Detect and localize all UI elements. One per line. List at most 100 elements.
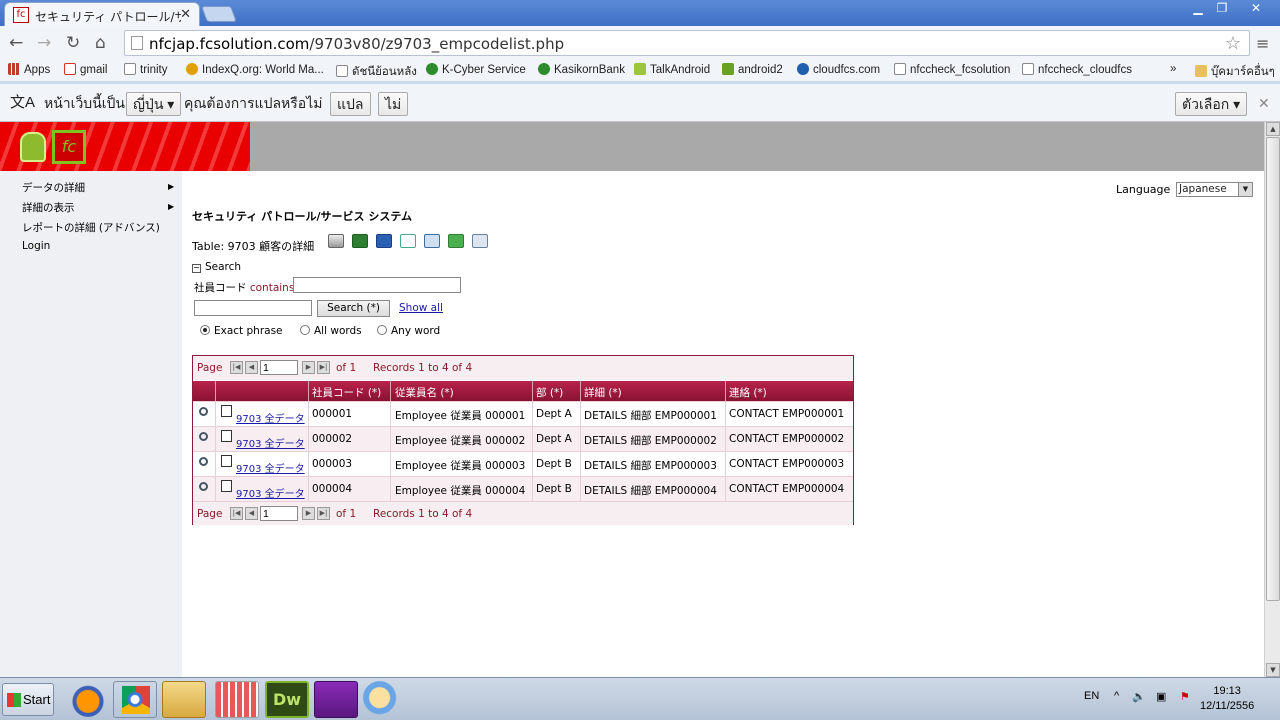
bookmark-indexq[interactable]: IndexQ.org: World Ma... [186,63,324,76]
maximize-button[interactable]: ❐ [1208,0,1236,18]
bookmark-apps[interactable]: Apps [8,63,50,76]
csv-icon[interactable] [448,234,464,248]
tree-icon [221,405,232,417]
html-icon[interactable] [400,234,416,248]
bookmark-talkandroid[interactable]: TalkAndroid [634,63,710,76]
email-icon[interactable] [472,234,488,248]
xml-icon[interactable] [424,234,440,248]
next-page-icon[interactable]: ▶ [302,507,315,520]
col-header-name[interactable]: 従業員名 (*) [395,385,454,400]
sidebar-item-data-details[interactable]: データの詳細 [22,180,85,195]
close-window-button[interactable]: ✕ [1238,0,1274,18]
bookmark-gmail[interactable]: gmail [64,63,107,76]
show-all-link[interactable]: Show all [399,302,443,314]
bookmark-kasikornbank[interactable]: KasikornBank [538,63,625,76]
action-center-icon[interactable]: ⚑ [1180,690,1190,703]
reload-icon[interactable]: ↻ [66,33,80,53]
record-link[interactable]: 9703 全データ [236,460,305,475]
view-record-icon[interactable] [199,432,208,441]
table-row: 9703 全データ 000004 Employee 従業員 000004 Dep… [193,476,853,502]
last-page-icon[interactable]: ▶| [317,361,330,374]
no-translate-button[interactable]: ไม่ [378,92,409,116]
collapse-icon[interactable]: − [192,264,201,273]
print-icon[interactable] [328,234,344,248]
back-icon[interactable]: ← [9,33,23,53]
scroll-thumb[interactable] [1266,137,1280,601]
system-clock[interactable]: 19:13 12/11/2556 [1200,684,1254,714]
translate-language-select[interactable]: ญี่ปุ่น ▾ [126,92,182,116]
first-page-icon[interactable]: |◀ [230,361,243,374]
input-language[interactable]: EN [1084,690,1099,702]
view-record-icon[interactable] [199,482,208,491]
home-icon[interactable]: ⌂ [95,33,106,53]
paint-icon[interactable] [362,681,406,718]
radio-all-words[interactable]: All words [300,325,362,337]
new-tab-button[interactable] [201,6,237,22]
close-tab-icon[interactable]: ✕ [180,7,191,22]
col-header-dept[interactable]: 部 (*) [536,385,563,400]
view-record-icon[interactable] [199,457,208,466]
close-translate-icon[interactable]: ✕ [1258,92,1270,116]
last-page-icon[interactable]: ▶| [317,507,330,520]
bookmark-android2[interactable]: android2 [722,63,783,76]
record-link[interactable]: 9703 全データ [236,410,305,425]
scroll-up-icon[interactable]: ▲ [1266,122,1280,136]
clock-time: 19:13 [1213,685,1241,697]
next-page-icon[interactable]: ▶ [302,361,315,374]
sidebar-item-view-details[interactable]: 詳細の表示 [22,200,75,215]
address-bar[interactable]: nfcjap.fcsolution.com/9703v80/z9703_empc… [124,30,1250,56]
chrome-icon[interactable] [113,681,157,718]
bookmark-trinity[interactable]: trinity [124,63,167,76]
tray-expand-icon[interactable]: ^ [1114,690,1119,702]
bookmark-thai-index[interactable]: ดัชนีย้อนหลัง [336,63,417,81]
translate-options-button[interactable]: ตัวเลือก ▾ [1175,92,1248,116]
search-button[interactable]: Search (*) [317,300,390,317]
scroll-down-icon[interactable]: ▼ [1266,663,1280,677]
volume-icon[interactable]: 🔈 [1132,690,1146,703]
field-search-input[interactable] [293,277,461,293]
sidebar-item-advanced-report[interactable]: レポートの詳細 (アドバンス) [22,220,160,235]
submenu-arrow-icon: ▶ [168,202,175,211]
view-record-icon[interactable] [199,407,208,416]
page-number-input[interactable] [260,506,298,521]
word-icon[interactable] [376,234,392,248]
first-page-icon[interactable]: |◀ [230,507,243,520]
cell-name: Employee 従業員 000003 [395,460,526,472]
radio-any-word[interactable]: Any word [377,325,440,337]
prev-page-icon[interactable]: ◀ [245,507,258,520]
search-header[interactable]: − Search [192,261,241,273]
bookmark-cloudfcs[interactable]: cloudfcs.com [797,63,880,76]
browser-tab[interactable]: fc セキュリティ パトロール/サ ✕ [4,2,200,26]
page-number-input[interactable] [260,360,298,375]
col-header-details[interactable]: 詳細 (*) [584,385,622,400]
tree-icon [221,480,232,492]
network-icon[interactable]: ▣ [1156,690,1166,703]
firefox-icon[interactable] [66,681,110,718]
col-header-code[interactable]: 社員コード (*) [312,385,381,400]
bookmark-nfccheck-fcsolution[interactable]: nfccheck_fcsolution [894,63,1010,76]
bookmark-star-icon[interactable]: ☆ [1225,33,1241,54]
prev-page-icon[interactable]: ◀ [245,361,258,374]
start-button[interactable]: Start [2,683,54,716]
other-bookmarks[interactable]: บุ๊คมาร์คอื่นๆ [1195,63,1275,81]
forward-icon[interactable]: → [37,33,51,53]
chrome-menu-icon[interactable]: ≡ [1256,34,1270,53]
record-link[interactable]: 9703 全データ [236,435,305,450]
excel-icon[interactable] [352,234,368,248]
dreamweaver-icon[interactable]: Dw [265,681,309,718]
radio-exact-phrase[interactable]: Exact phrase [200,325,283,337]
translate-button[interactable]: แปล [330,92,371,116]
search-input[interactable] [194,300,312,316]
visualstudio-icon[interactable] [314,681,358,718]
apps-grid-icon[interactable] [215,681,259,718]
record-link[interactable]: 9703 全データ [236,485,305,500]
explorer-icon[interactable] [162,681,206,718]
bookmark-kcyber[interactable]: K-Cyber Service [426,63,526,76]
bookmarks-overflow-icon[interactable]: » [1170,63,1176,75]
header-banner: fc [0,122,1264,171]
vertical-scrollbar[interactable]: ▲ ▼ [1264,122,1280,677]
col-header-contact[interactable]: 連絡 (*) [729,385,767,400]
language-select[interactable]: Japanese ▼ [1176,182,1253,197]
sidebar-item-login[interactable]: Login [22,240,50,252]
bookmark-nfccheck-cloudfcs[interactable]: nfccheck_cloudfcs [1022,63,1132,76]
